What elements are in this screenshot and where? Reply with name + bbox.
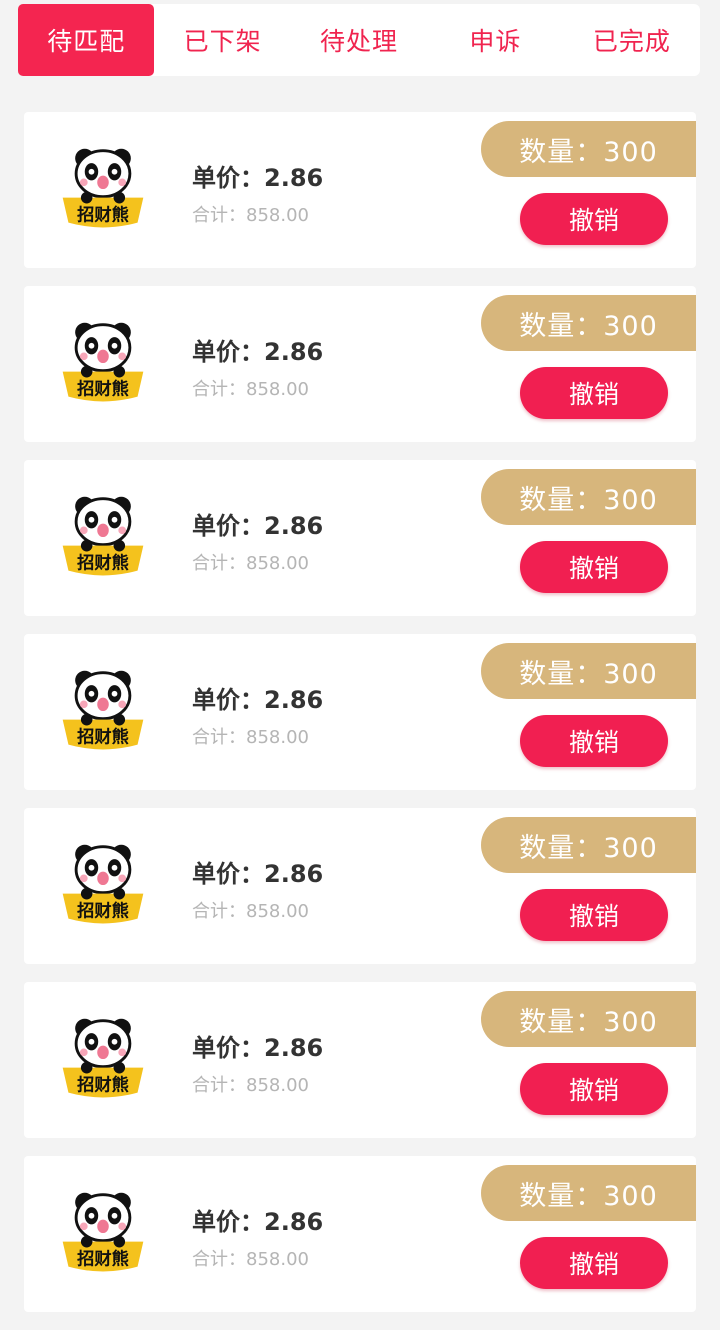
order-card: 招财熊 单价：2.86 合计：858.00 数量：300 撤销 — [24, 1156, 696, 1312]
order-card: 招财熊 单价：2.86 合计：858.00 数量：300 撤销 — [24, 808, 696, 964]
order-card: 招财熊 单价：2.86 合计：858.00 数量：300 撤销 — [24, 982, 696, 1138]
unit-price: 单价：2.86 — [192, 164, 324, 192]
tab-appeal[interactable]: 申诉 — [427, 4, 563, 76]
order-total: 合计：858.00 — [192, 205, 309, 226]
order-total: 合计：858.00 — [192, 1249, 309, 1270]
panda-logo-icon: 招财熊 — [62, 496, 144, 576]
tab-delisted[interactable]: 已下架 — [154, 4, 290, 76]
status-tab-bar: 待匹配 已下架 待处理 申诉 已完成 — [18, 4, 700, 76]
cancel-button[interactable]: 撤销 — [520, 889, 668, 941]
order-list: 招财熊 单价：2.86 合计：858.00 数量：300 撤销 招财熊 单价：2… — [24, 112, 696, 1330]
quantity-badge: 数量：300 — [481, 121, 696, 177]
svg-text:招财熊: 招财熊 — [77, 1075, 129, 1096]
tab-processing[interactable]: 待处理 — [291, 4, 427, 76]
svg-text:招财熊: 招财熊 — [77, 379, 129, 400]
order-card: 招财熊 单价：2.86 合计：858.00 数量：300 撤销 — [24, 112, 696, 268]
cancel-button[interactable]: 撤销 — [520, 193, 668, 245]
quantity-badge: 数量：300 — [481, 469, 696, 525]
quantity-badge: 数量：300 — [481, 991, 696, 1047]
unit-price: 单价：2.86 — [192, 1034, 324, 1062]
cancel-button[interactable]: 撤销 — [520, 715, 668, 767]
order-card: 招财熊 单价：2.86 合计：858.00 数量：300 撤销 — [24, 460, 696, 616]
unit-price: 单价：2.86 — [192, 338, 324, 366]
order-total: 合计：858.00 — [192, 727, 309, 748]
unit-price: 单价：2.86 — [192, 686, 324, 714]
svg-text:招财熊: 招财熊 — [77, 205, 129, 226]
quantity-badge: 数量：300 — [481, 817, 696, 873]
svg-text:招财熊: 招财熊 — [77, 1249, 129, 1270]
cancel-button[interactable]: 撤销 — [520, 367, 668, 419]
tab-pending-match[interactable]: 待匹配 — [18, 4, 155, 76]
panda-logo-icon: 招财熊 — [62, 670, 144, 750]
unit-price: 单价：2.86 — [192, 1208, 324, 1236]
quantity-badge: 数量：300 — [481, 643, 696, 699]
quantity-badge: 数量：300 — [481, 295, 696, 351]
cancel-button[interactable]: 撤销 — [520, 1237, 668, 1289]
unit-price: 单价：2.86 — [192, 512, 324, 540]
tab-completed[interactable]: 已完成 — [564, 4, 700, 76]
unit-price: 单价：2.86 — [192, 860, 324, 888]
svg-text:招财熊: 招财熊 — [77, 901, 129, 922]
order-total: 合计：858.00 — [192, 379, 309, 400]
svg-text:招财熊: 招财熊 — [77, 553, 129, 574]
svg-text:招财熊: 招财熊 — [77, 727, 129, 748]
panda-logo-icon: 招财熊 — [62, 1018, 144, 1098]
order-total: 合计：858.00 — [192, 901, 309, 922]
quantity-badge: 数量：300 — [481, 1165, 696, 1221]
order-total: 合计：858.00 — [192, 553, 309, 574]
panda-logo-icon: 招财熊 — [62, 844, 144, 924]
order-card: 招财熊 单价：2.86 合计：858.00 数量：300 撤销 — [24, 286, 696, 442]
order-card: 招财熊 单价：2.86 合计：858.00 数量：300 撤销 — [24, 634, 696, 790]
cancel-button[interactable]: 撤销 — [520, 1063, 668, 1115]
panda-logo-icon: 招财熊 — [62, 322, 144, 402]
panda-logo-icon: 招财熊 — [62, 1192, 144, 1272]
panda-logo-icon: 招财熊 — [62, 148, 144, 228]
order-total: 合计：858.00 — [192, 1075, 309, 1096]
cancel-button[interactable]: 撤销 — [520, 541, 668, 593]
